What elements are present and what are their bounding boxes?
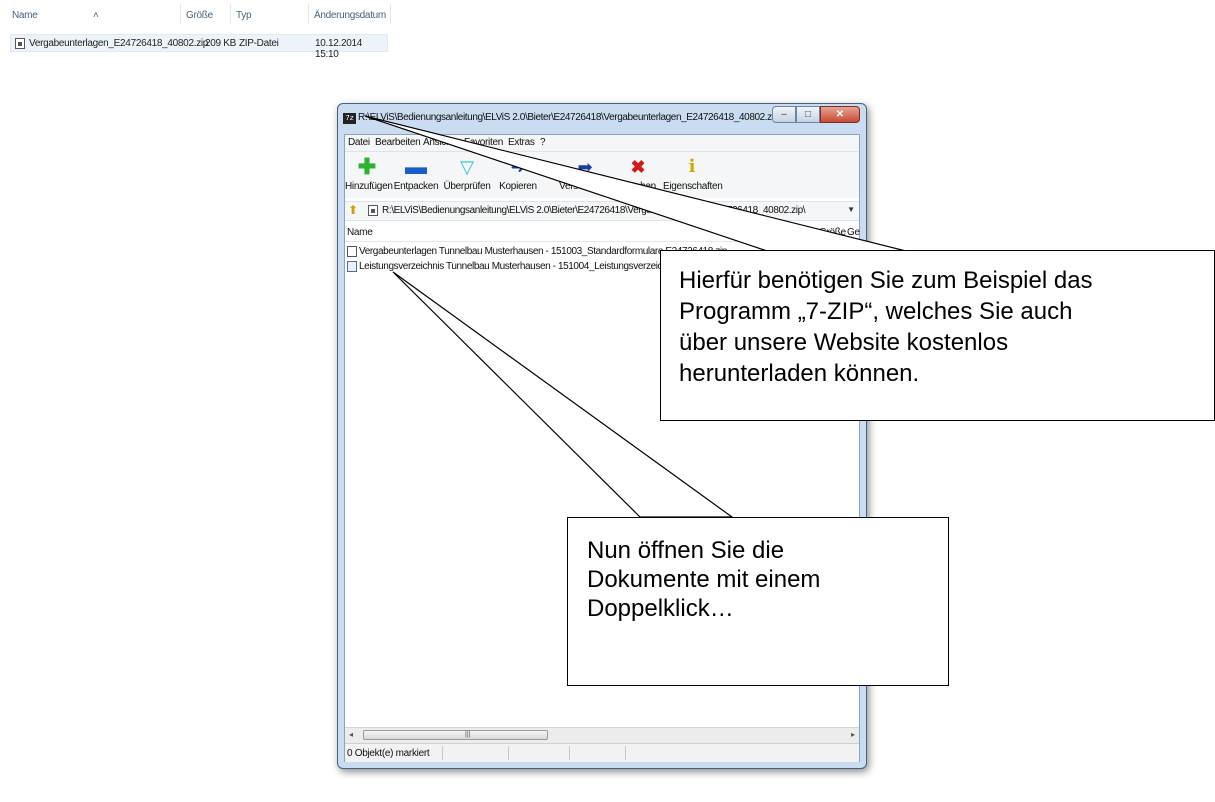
copy-icon: ➜ bbox=[510, 157, 526, 177]
info-icon: i bbox=[688, 156, 696, 177]
scroll-right-icon[interactable]: ▸ bbox=[851, 730, 855, 739]
menu-bar: Datei Bearbeiten Ansicht Favoriten Extra… bbox=[345, 135, 859, 152]
delete-icon: ✖ bbox=[630, 157, 646, 177]
explorer-col-type[interactable]: Typ bbox=[236, 10, 252, 21]
word-document-icon bbox=[347, 261, 357, 272]
explorer-col-size[interactable]: Größe bbox=[186, 10, 213, 21]
add-button[interactable]: ✚ Hinzufügen bbox=[345, 152, 393, 198]
callout-line: Nun öffnen Sie die bbox=[587, 537, 785, 564]
zip-path-icon bbox=[368, 205, 378, 216]
extract-icon: ▬ bbox=[405, 154, 427, 179]
close-button[interactable]: ✕ bbox=[820, 106, 860, 123]
explorer-file-name: Vergabeunterlagen_E24726418_40802.zip bbox=[29, 38, 209, 49]
zip-file-icon bbox=[15, 38, 25, 49]
callout-line: Doppelklick… bbox=[587, 595, 734, 622]
extract-label: Entpacken bbox=[393, 181, 439, 192]
properties-label: Eigenschaften bbox=[663, 181, 723, 192]
chevron-down-icon[interactable]: ▼ bbox=[847, 205, 855, 214]
explorer-file-type: ZIP-Datei bbox=[239, 38, 279, 49]
menu-extras[interactable]: Extras bbox=[508, 137, 535, 148]
7zip-app-icon[interactable]: 7z bbox=[343, 113, 356, 124]
status-bar: 0 Objekt(e) markiert bbox=[345, 743, 859, 762]
move-label: Verschieben bbox=[559, 181, 611, 192]
add-label: Hinzufügen bbox=[345, 181, 393, 192]
list-item-name: Leistungsverzeichnis Tunnelbau Musterhau… bbox=[359, 261, 697, 272]
callout-line: Dokumente mit einem bbox=[587, 566, 821, 593]
zip-file-icon bbox=[347, 246, 357, 257]
scrollbar-thumb[interactable]: ||| bbox=[363, 730, 548, 740]
title-bar[interactable]: 7z R:\ELViS\Bedienungsanleitung\ELViS 2.… bbox=[338, 104, 866, 134]
callout-line: herunterladen können. bbox=[679, 360, 920, 387]
list-col-size[interactable]: Größe bbox=[819, 227, 846, 238]
explorer-file-date: 10.12.2014 15:10 bbox=[315, 38, 363, 60]
callout-line: über unsere Website kostenlos bbox=[679, 329, 1009, 356]
delete-button[interactable]: ✖ Löschen bbox=[615, 152, 661, 198]
callout-line: Programm „7-ZIP“, welches Sie auch bbox=[679, 298, 1073, 325]
menu-edit[interactable]: Bearbeiten bbox=[375, 137, 421, 148]
address-bar[interactable]: ⬆ R:\ELViS\Bedienungsanleitung\ELViS 2.0… bbox=[345, 201, 859, 221]
scroll-left-icon[interactable]: ◂ bbox=[349, 730, 353, 739]
minimize-button[interactable]: – bbox=[772, 106, 796, 123]
explorer-col-name[interactable]: Name bbox=[12, 10, 38, 21]
test-button[interactable]: ▽ Überprüfen bbox=[443, 152, 491, 198]
copy-label: Kopieren bbox=[499, 181, 537, 192]
menu-help[interactable]: ? bbox=[540, 137, 546, 148]
extract-button[interactable]: ▬ Entpacken bbox=[392, 152, 440, 198]
file-list-header: Name Größe Ge bbox=[345, 223, 860, 242]
sort-up-icon: ˄ bbox=[93, 10, 99, 21]
properties-button[interactable]: i Eigenschaften bbox=[663, 152, 723, 198]
menu-favorites[interactable]: Favoriten bbox=[464, 137, 503, 148]
folder-up-icon[interactable]: ⬆ bbox=[348, 203, 358, 217]
list-col-packed[interactable]: Ge bbox=[847, 227, 860, 238]
callout-7zip-hint: Hierfür benötigen Sie zum Beispiel das P… bbox=[660, 250, 1215, 421]
test-label: Überprüfen bbox=[443, 181, 491, 192]
move-icon: ➡ bbox=[577, 157, 593, 177]
menu-file[interactable]: Datei bbox=[348, 137, 370, 148]
menu-view[interactable]: Ansicht bbox=[423, 137, 454, 148]
add-icon: ✚ bbox=[357, 154, 377, 179]
callout-line: Hierfür benötigen Sie zum Beispiel das bbox=[679, 267, 1093, 294]
explorer-column-header: Name ˄ Größe Typ Änderungsdatum bbox=[0, 0, 400, 24]
maximize-button[interactable]: □ bbox=[796, 106, 820, 123]
list-col-name[interactable]: Name bbox=[347, 227, 373, 238]
copy-button[interactable]: ➜ Kopieren bbox=[496, 152, 540, 198]
delete-label: Löschen bbox=[620, 181, 656, 192]
horizontal-scrollbar[interactable]: ◂ ||| ▸ bbox=[345, 727, 859, 743]
explorer-col-date[interactable]: Änderungsdatum bbox=[314, 10, 386, 21]
test-icon: ▽ bbox=[460, 157, 474, 177]
toolbar: ✚ Hinzufügen ▬ Entpacken ▽ Überprüfen ➜ … bbox=[345, 152, 859, 198]
status-text: 0 Objekt(e) markiert bbox=[347, 748, 430, 759]
address-path[interactable]: R:\ELViS\Bedienungsanleitung\ELViS 2.0\B… bbox=[382, 205, 806, 216]
explorer-file-size: 209 KB bbox=[205, 38, 237, 49]
move-button[interactable]: ➡ Verschieben bbox=[555, 152, 615, 198]
window-title: R:\ELViS\Bedienungsanleitung\ELViS 2.0\B… bbox=[358, 112, 782, 123]
explorer-file-row[interactable]: Vergabeunterlagen_E24726418_40802.zip 20… bbox=[10, 34, 388, 60]
callout-doubleclick-hint: Nun öffnen Sie die Dokumente mit einem D… bbox=[567, 517, 949, 686]
